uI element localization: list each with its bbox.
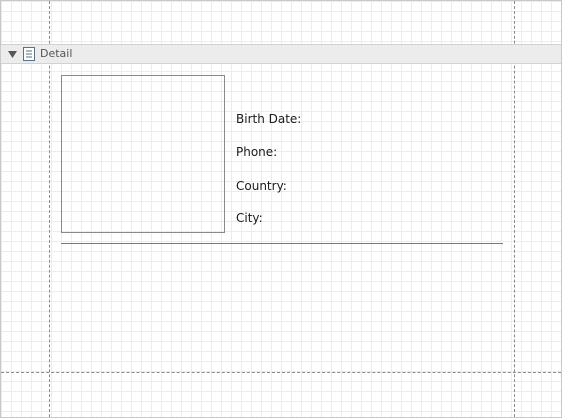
photo-picture-box[interactable]: [61, 75, 225, 233]
detail-band-title: Detail: [40, 47, 73, 60]
birth-date-label[interactable]: Birth Date:: [236, 112, 301, 126]
phone-label[interactable]: Phone:: [236, 145, 277, 159]
separator-line[interactable]: [61, 243, 503, 244]
report-band-icon: [23, 47, 35, 61]
city-label[interactable]: City:: [236, 211, 263, 225]
bottom-margin-guide[interactable]: [1, 372, 561, 373]
detail-band-header[interactable]: Detail: [1, 44, 561, 64]
report-design-surface[interactable]: Detail Birth Date: Phone: Country: City:: [0, 0, 562, 418]
triangle-down-icon[interactable]: [7, 49, 17, 59]
country-label[interactable]: Country:: [236, 179, 287, 193]
